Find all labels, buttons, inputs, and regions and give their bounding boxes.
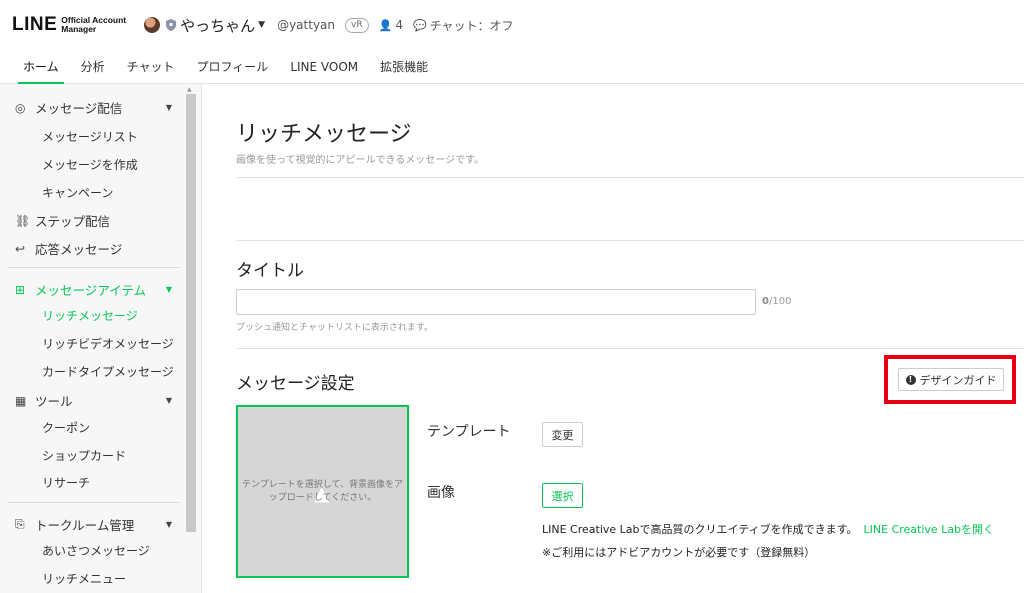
account-name: やっちゃん bbox=[180, 16, 256, 35]
tab-analytics[interactable]: 分析 bbox=[70, 50, 116, 84]
page-title: リッチメッセージ bbox=[236, 122, 412, 147]
creative-lab-text: LINE Creative Labで高品質のクリエイティブを作成できます。 LIN… bbox=[542, 521, 994, 537]
sidebar-item-greeting[interactable]: あいさつメッセージ bbox=[42, 542, 150, 559]
logo-sub-line-2: Manager bbox=[61, 24, 97, 34]
sidebar-item-rich-menu[interactable]: リッチメニュー bbox=[42, 570, 126, 587]
hierarchy-icon: ⛓ bbox=[15, 213, 31, 228]
creative-lab-link[interactable]: LINE Creative Labを開く bbox=[864, 523, 995, 536]
sidebar-group-talk-room[interactable]: ⎘ トークルーム管理 ▼ bbox=[0, 515, 184, 534]
page-subtitle: 画像を使って視覚的にアピールできるメッセージです。 bbox=[236, 155, 485, 166]
message-item-icon: ⊞ bbox=[15, 282, 26, 297]
people-icon: 👤 bbox=[378, 18, 393, 32]
verified-badge: vR bbox=[345, 17, 369, 33]
follower-count-value: 4 bbox=[395, 18, 403, 32]
title-section-heading: タイトル bbox=[236, 261, 304, 281]
design-guide-highlight: ! デザインガイド bbox=[884, 355, 1016, 404]
chat-status-text: チャット：オフ bbox=[429, 18, 514, 33]
divider bbox=[236, 348, 1024, 349]
divider bbox=[236, 177, 1024, 178]
sidebar-item-rich-video[interactable]: リッチビデオメッセージ bbox=[42, 335, 174, 352]
sidebar-item-coupon[interactable]: クーポン bbox=[42, 419, 90, 436]
sidebar-group-label: メッセージ配信 bbox=[35, 101, 123, 116]
chevron-down-icon: ▼ bbox=[165, 103, 172, 112]
sidebar-divider bbox=[8, 502, 180, 503]
info-icon: ! bbox=[905, 374, 916, 385]
image-label: 画像 bbox=[427, 485, 455, 501]
store-icon: ▦ bbox=[15, 393, 27, 408]
sidebar-item-create-message[interactable]: メッセージを作成 bbox=[42, 156, 138, 173]
main-content: リッチメッセージ 画像を使って視覚的にアピールできるメッセージです。 タイトル … bbox=[202, 84, 1024, 593]
sidebar-group-message-items[interactable]: ⊞ メッセージアイテム ▼ bbox=[0, 280, 184, 299]
sidebar-item-message-list[interactable]: メッセージリスト bbox=[42, 128, 138, 145]
title-char-count: 0 bbox=[762, 296, 769, 307]
sidebar-group-label: 応答メッセージ bbox=[35, 242, 123, 257]
chevron-down-icon: ▼ bbox=[258, 20, 266, 30]
scroll-up-arrow-icon[interactable]: ▲ bbox=[187, 86, 192, 93]
sidebar: ◎ メッセージ配信 ▼ メッセージリスト メッセージを作成 キャンペーン ⛓ ス… bbox=[0, 84, 202, 593]
logo-main-text: LINE bbox=[12, 14, 58, 35]
title-char-counter: 0/100 bbox=[762, 296, 791, 307]
sidebar-group-label: メッセージアイテム bbox=[35, 283, 147, 298]
adobe-account-note: ※ご利用にはアドビアカウントが必要です（登録無料） bbox=[542, 546, 816, 559]
broadcast-icon: ◎ bbox=[15, 100, 26, 115]
message-settings-heading: メッセージ設定 bbox=[236, 374, 355, 394]
divider bbox=[236, 240, 1024, 241]
tab-chat[interactable]: チャット bbox=[116, 50, 186, 84]
sidebar-scrollbar[interactable] bbox=[186, 94, 196, 532]
sidebar-item-card-type[interactable]: カードタイプメッセージ bbox=[42, 363, 174, 380]
design-guide-button[interactable]: ! デザインガイド bbox=[898, 368, 1004, 391]
chevron-down-icon: ▼ bbox=[165, 520, 172, 529]
title-input[interactable] bbox=[236, 289, 756, 315]
tab-home[interactable]: ホーム bbox=[12, 50, 70, 84]
avatar bbox=[144, 17, 161, 33]
sidebar-item-shop-card[interactable]: ショップカード bbox=[42, 447, 126, 464]
account-handle: @yattyan bbox=[277, 18, 336, 32]
sidebar-group-auto-reply[interactable]: ↩ 応答メッセージ bbox=[0, 239, 184, 258]
sidebar-group-label: トークルーム管理 bbox=[35, 518, 135, 533]
line-oam-logo[interactable]: LINE Official Account Manager bbox=[12, 14, 126, 36]
chevron-down-icon: ▼ bbox=[165, 396, 172, 405]
sidebar-item-rich-message[interactable]: リッチメッセージ bbox=[42, 307, 138, 324]
sidebar-item-campaign[interactable]: キャンペーン bbox=[42, 184, 113, 201]
select-image-button[interactable]: 選択 bbox=[542, 483, 583, 508]
tab-profile[interactable]: プロフィール bbox=[186, 50, 280, 84]
title-char-max: /100 bbox=[768, 296, 792, 307]
top-header: LINE Official Account Manager やっちゃん ▼ @y… bbox=[0, 0, 1024, 50]
sidebar-item-research[interactable]: リサーチ bbox=[42, 474, 90, 491]
chat-bubble-icon: 💬 bbox=[412, 18, 427, 32]
document-gear-icon: ⎘ bbox=[15, 517, 25, 531]
chevron-down-icon: ▼ bbox=[165, 285, 172, 294]
title-hint: プッシュ通知とチャットリストに表示されます。 bbox=[236, 323, 434, 333]
reply-icon: ↩ bbox=[15, 241, 26, 256]
tab-line-voom[interactable]: LINE VOOM bbox=[279, 50, 369, 84]
design-guide-label: デザインガイド bbox=[919, 373, 997, 387]
sidebar-group-label: ステップ配信 bbox=[35, 214, 111, 229]
account-switcher[interactable]: やっちゃん ▼ bbox=[144, 15, 277, 36]
follower-count: 👤 4 bbox=[379, 18, 403, 32]
tab-extensions[interactable]: 拡張機能 bbox=[369, 50, 439, 84]
main-tabs: ホーム 分析 チャット プロフィール LINE VOOM 拡張機能 bbox=[0, 50, 1024, 84]
shield-icon bbox=[166, 19, 177, 31]
sidebar-divider bbox=[8, 267, 180, 268]
sidebar-group-tools[interactable]: ▦ ツール ▼ bbox=[0, 391, 184, 410]
template-label: テンプレート bbox=[427, 424, 511, 440]
logo-sub-text: Official Account Manager bbox=[61, 16, 126, 34]
preview-placeholder-text: テンプレートを選択して、背景画像をアップロードしてください。 bbox=[241, 479, 403, 503]
chat-status[interactable]: 💬 チャット：オフ bbox=[413, 17, 514, 34]
sidebar-group-step-delivery[interactable]: ⛓ ステップ配信 bbox=[0, 211, 184, 230]
rich-message-preview[interactable]: ▲ テンプレートを選択して、背景画像をアップロードしてください。 bbox=[236, 405, 409, 578]
sidebar-group-label: ツール bbox=[35, 394, 73, 409]
change-template-button[interactable]: 変更 bbox=[542, 422, 583, 447]
creative-lab-description: LINE Creative Labで高品質のクリエイティブを作成できます。 bbox=[542, 523, 858, 536]
sidebar-group-message-delivery[interactable]: ◎ メッセージ配信 ▼ bbox=[0, 98, 184, 117]
